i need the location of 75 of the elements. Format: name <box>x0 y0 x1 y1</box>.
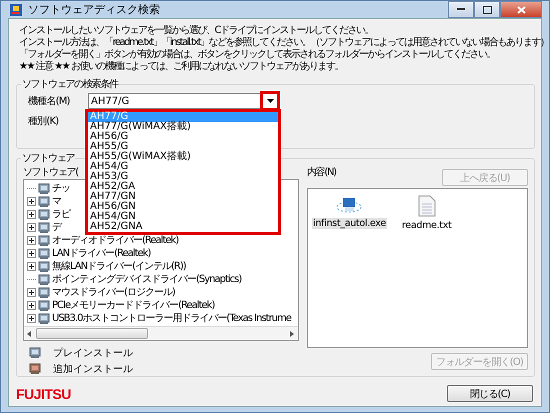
computer-icon <box>38 300 50 312</box>
computer-icon <box>38 234 50 246</box>
tree-item[interactable]: マウスドライバー(ロジクール) <box>52 286 175 299</box>
computer-icon <box>38 248 50 260</box>
computer-icon <box>38 260 50 272</box>
instruction-text: インストール方法は、「readme.txt」「install.txt」などを参照してください。（ソフトウェアによっては用意されていない場合もあります） <box>19 37 549 48</box>
dropdown-option[interactable]: AH56/G <box>88 132 278 142</box>
file-item[interactable]: infinst_autol.exe <box>312 218 387 229</box>
tree-item[interactable]: デ <box>52 221 61 234</box>
computer-icon <box>38 182 50 194</box>
dropdown-option[interactable]: AH54/G <box>88 162 278 172</box>
close-button[interactable] <box>500 1 542 18</box>
dropdown-option[interactable]: AH53/G <box>88 172 278 182</box>
group-title: ソフトウェア <box>21 152 76 165</box>
maximize-button[interactable] <box>474 1 500 18</box>
dropdown-option[interactable]: AH55/G <box>88 142 278 152</box>
dropdown-option[interactable]: AH77/G(WiMAX搭載) <box>88 122 278 132</box>
group-title: ソフトウェアの検索条件 <box>21 78 119 91</box>
app-icon <box>9 2 23 16</box>
list-label: ソフトウェア( <box>23 166 78 179</box>
minimize-icon <box>457 8 465 11</box>
tree-item[interactable]: LANドライバー(Realtek) <box>52 247 150 260</box>
computer-icon <box>38 208 50 220</box>
scroll-right-icon[interactable] <box>289 330 295 336</box>
instruction-text: ★★ 注意 ★★ お使いの機種によっては、ご利用になれないソフトウェアがあります。 <box>19 61 343 73</box>
instruction-text: 「フォルダーを開く」ボタンが有効の場合は、ボタンをクリックして表示されるフォルダーからインストールしてください。 <box>19 49 495 60</box>
tree-item[interactable]: PCIeメモリーカードドライバー(Realtek) <box>52 299 214 312</box>
expand-icon[interactable] <box>27 288 36 297</box>
minimize-button[interactable] <box>448 1 474 18</box>
expand-icon[interactable] <box>27 197 36 206</box>
expand-icon[interactable] <box>27 262 36 271</box>
expand-icon[interactable] <box>27 301 36 310</box>
legend-label: 追加インストール <box>53 362 133 376</box>
window-title: ソフトウェアディスク検索 <box>28 2 160 17</box>
close-icon <box>516 6 526 14</box>
instruction-text: インストールしたいソフトウェアを一覧から選び、Cドライブにインストールしてください。 <box>19 25 373 36</box>
computer-icon <box>38 274 50 286</box>
computer-icon <box>38 222 50 234</box>
close-dialog-button[interactable]: 閉じる(C) <box>447 385 533 402</box>
scroll-left-icon[interactable] <box>27 330 33 336</box>
computer-icon <box>29 347 41 359</box>
computer-icon <box>38 196 50 208</box>
dropdown-option[interactable]: AH52/GNA <box>88 222 278 232</box>
file-item[interactable]: readme.txt <box>400 220 452 231</box>
field-label: 機種名(M) <box>28 94 71 108</box>
list-label: 内容(N) <box>307 166 336 179</box>
dropdown-option[interactable]: AH55/G(WiMAX搭載) <box>88 152 278 162</box>
computer-icon <box>38 312 50 324</box>
tree-item[interactable]: チッ <box>52 182 70 195</box>
tree-item[interactable]: ポインティングデバイスドライバー(Synaptics) <box>52 273 242 286</box>
expand-icon[interactable] <box>27 249 36 258</box>
tree-item[interactable]: 無線LANドライバー(インテル(R)) <box>52 260 186 273</box>
expand-icon[interactable] <box>27 236 36 245</box>
field-label: 種別(K) <box>28 115 60 128</box>
tree-item[interactable]: USB3.0ホストコントローラー用ドライバー(Texas Instrume <box>52 312 291 325</box>
logo: FUJITSU <box>16 386 71 402</box>
computer-icon <box>29 363 41 375</box>
expand-icon[interactable] <box>27 223 36 232</box>
text-file-icon <box>418 195 436 217</box>
tree-item[interactable]: オーディオドライバー(Realtek) <box>52 234 178 247</box>
expand-icon[interactable] <box>27 210 36 219</box>
dropdown-option[interactable]: AH52/GA <box>88 182 278 192</box>
tree-item[interactable]: マ <box>52 195 61 208</box>
maximize-icon <box>482 6 492 14</box>
setup-icon <box>336 195 362 215</box>
expand-icon[interactable] <box>27 314 36 323</box>
dropdown-option[interactable]: AH77/GN <box>88 192 278 202</box>
dropdown-option[interactable]: AH54/GN <box>88 212 278 222</box>
tree-item[interactable]: ラピ <box>52 208 70 221</box>
computer-icon <box>38 286 50 298</box>
model-combobox[interactable]: AH77/G <box>88 93 278 109</box>
horizontal-scrollbar[interactable] <box>24 326 298 340</box>
legend-label: プレインストール <box>53 346 133 360</box>
dropdown-option[interactable]: AH56/GN <box>88 202 278 212</box>
caret-icon <box>266 99 274 103</box>
